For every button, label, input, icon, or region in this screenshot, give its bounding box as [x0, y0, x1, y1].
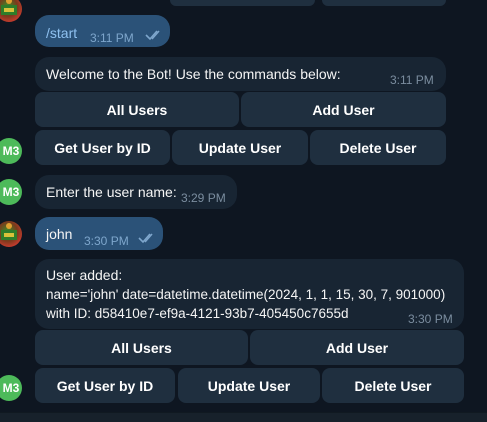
bot-avatar[interactable]: M3: [0, 179, 22, 205]
user-avatar[interactable]: [0, 221, 22, 247]
outgoing-message[interactable]: john 3:30 PM: [35, 217, 163, 250]
incoming-message[interactable]: User added: name='john' date=datetime.da…: [35, 259, 464, 329]
bot-avatar[interactable]: M3: [0, 138, 22, 164]
message-line: User added:: [46, 267, 123, 283]
message-time: 3:30 PM: [84, 234, 129, 248]
outgoing-message[interactable]: /start 3:11 PM: [35, 15, 170, 47]
message-line: with ID: d58410e7-ef9a-4121-93b7-405450c…: [46, 306, 349, 321]
get-user-by-id-button[interactable]: Get User by ID: [35, 130, 170, 165]
message-text: Enter the user name:: [46, 184, 177, 200]
update-user-button[interactable]: Update User: [178, 368, 320, 403]
composer-bar[interactable]: [0, 412, 487, 422]
add-user-button[interactable]: Add User: [250, 330, 464, 365]
delete-user-button[interactable]: Delete User: [322, 368, 464, 403]
all-users-button[interactable]: All Users: [35, 330, 248, 365]
message-text: john: [46, 226, 73, 242]
message-time: 3:29 PM: [181, 191, 226, 205]
message-text: /start: [46, 25, 78, 41]
message-time: 3:11 PM: [390, 73, 434, 87]
add-user-button[interactable]: Add User: [241, 92, 446, 127]
bot-avatar[interactable]: M3: [0, 375, 22, 401]
update-user-button[interactable]: Update User: [172, 130, 308, 165]
incoming-message[interactable]: Enter the user name: 3:29 PM: [35, 175, 237, 209]
double-check-icon: [145, 30, 160, 41]
all-users-button[interactable]: All Users: [35, 92, 239, 127]
get-user-by-id-button[interactable]: Get User by ID: [35, 368, 175, 403]
message-text: Welcome to the Bot! Use the commands bel…: [46, 66, 341, 82]
message-time: 3:30 PM: [408, 312, 453, 326]
previous-keyboard-button[interactable]: [322, 0, 446, 6]
message-time: 3:11 PM: [90, 31, 134, 45]
delete-user-button[interactable]: Delete User: [310, 130, 446, 165]
message-line: name='john' date=datetime.datetime(2024,…: [46, 287, 446, 302]
double-check-icon: [138, 233, 153, 244]
chat-area: /start 3:11 PM Welcome to the Bot! Use t…: [0, 0, 487, 422]
incoming-message[interactable]: Welcome to the Bot! Use the commands bel…: [35, 57, 446, 91]
previous-keyboard-button[interactable]: [170, 0, 315, 6]
user-avatar[interactable]: [0, 0, 22, 22]
